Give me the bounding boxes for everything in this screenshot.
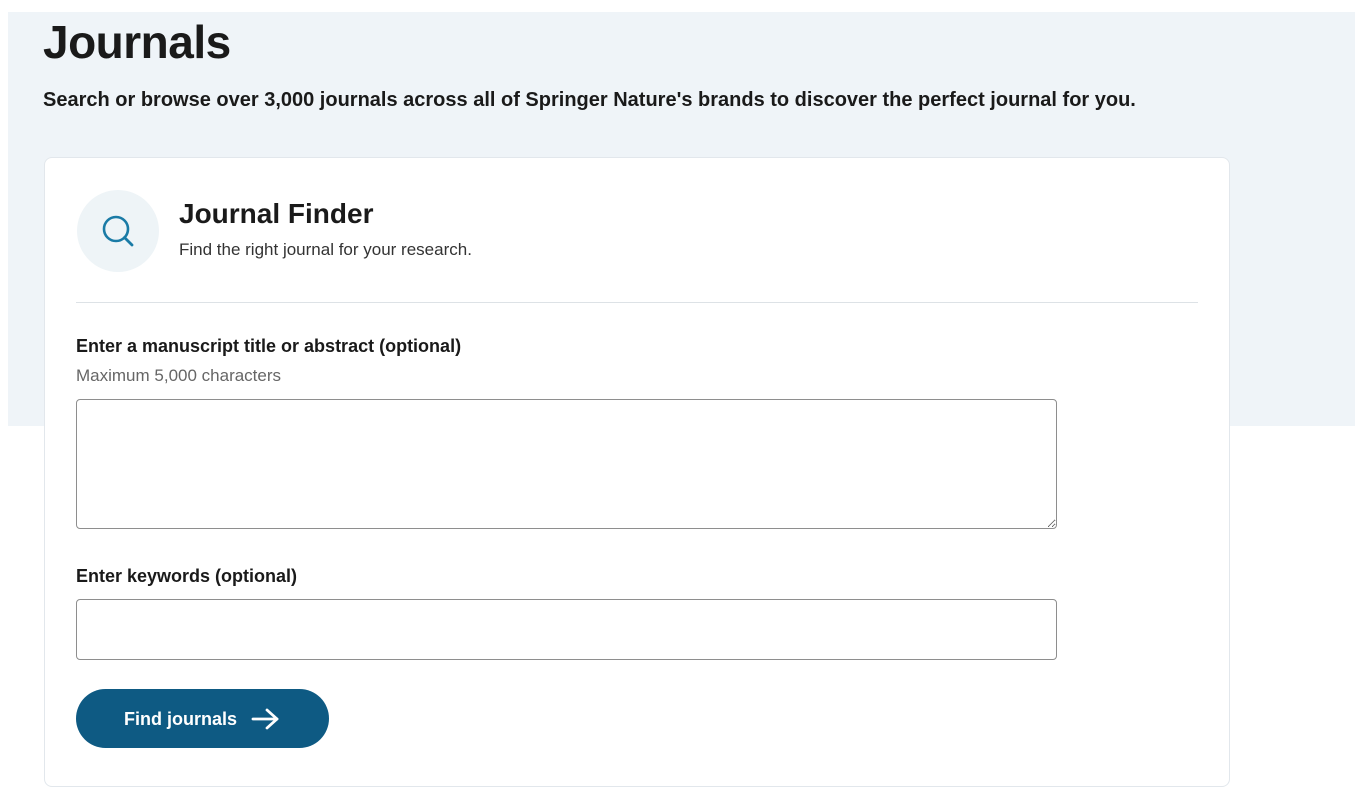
finder-description: Find the right journal for your research… <box>179 240 472 259</box>
keywords-field-label: Enter keywords (optional) <box>76 566 298 586</box>
page-title: Journals <box>43 16 231 68</box>
finder-title: Journal Finder <box>179 198 374 229</box>
find-journals-button[interactable]: Find journals <box>76 689 329 748</box>
divider <box>76 302 1198 303</box>
abstract-textarea[interactable] <box>76 399 1057 529</box>
keywords-input[interactable] <box>76 599 1057 660</box>
abstract-field-label: Enter a manuscript title or abstract (op… <box>76 336 462 356</box>
journal-finder-card: Journal Finder Find the right journal fo… <box>44 157 1230 787</box>
abstract-field-hint: Maximum 5,000 characters <box>76 366 282 385</box>
search-icon <box>77 190 159 272</box>
arrow-right-icon <box>251 707 281 731</box>
find-journals-label: Find journals <box>123 708 237 729</box>
page-subtitle: Search or browse over 3,000 journals acr… <box>43 89 1136 111</box>
